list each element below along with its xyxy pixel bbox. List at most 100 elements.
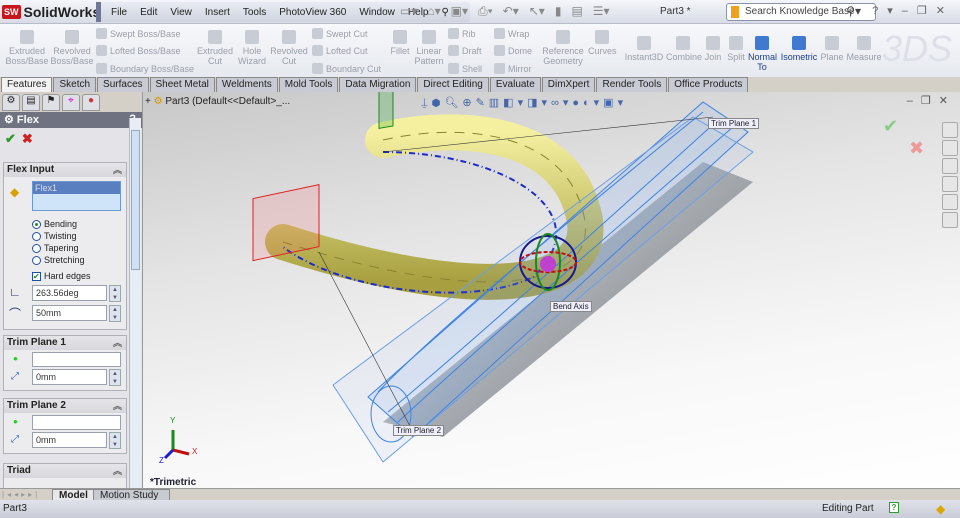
menu-view[interactable]: View [170, 7, 192, 18]
reference-geometry-button[interactable]: Reference Geometry [540, 30, 586, 66]
revolved-boss-button[interactable]: Revolved Boss/Base [50, 30, 94, 66]
radio-tapering[interactable]: Tapering [32, 243, 79, 253]
resources-icon[interactable] [942, 122, 958, 138]
hard-edges-checkbox[interactable]: ✔ Hard edges [32, 271, 91, 281]
tab-data-migration[interactable]: Data Migration [339, 77, 417, 92]
appearances-icon[interactable] [942, 194, 958, 210]
bodies-selection-box[interactable]: Flex1 [32, 181, 121, 211]
collapse-icon[interactable]: ︽ [113, 399, 122, 412]
menu-photoview[interactable]: PhotoView 360 [279, 7, 346, 18]
trim-plane-1-reference[interactable] [32, 352, 121, 367]
hole-wizard-button[interactable]: Hole Wizard [236, 30, 268, 66]
radius-input[interactable]: 50mm [32, 305, 107, 321]
save-icon[interactable]: ▣▾ [451, 4, 468, 19]
extruded-cut-button[interactable]: Extruded Cut [195, 30, 235, 66]
tab-evaluate[interactable]: Evaluate [489, 77, 541, 92]
tab-weldments[interactable]: Weldments [215, 77, 278, 92]
join-button[interactable]: Join [703, 36, 723, 62]
display-manager-tab-icon[interactable]: ● [82, 94, 100, 111]
tag-icon[interactable]: ◆ [936, 502, 945, 516]
menu-edit[interactable]: Edit [140, 7, 157, 18]
radio-stretching[interactable]: Stretching [32, 255, 85, 265]
property-manager-tab-icon[interactable]: ▤ [22, 94, 40, 111]
new-icon[interactable]: ▭▾ [400, 4, 417, 19]
radio-twisting[interactable]: Twisting [32, 231, 77, 241]
tab-scroll-arrows[interactable]: |◂◂▸▸| [2, 490, 40, 499]
file-explorer-icon[interactable] [942, 158, 958, 174]
selected-body[interactable]: Flex1 [33, 182, 120, 194]
instant3d-button[interactable]: Instant3D [624, 36, 664, 62]
search-knowledge-base[interactable]: Search Knowledge Base ⚲▾ [726, 3, 876, 21]
tab-sketch[interactable]: Sketch [53, 77, 97, 92]
split-button[interactable]: Split [726, 36, 746, 62]
trim-plane-2-spinner[interactable]: ▲ ▼ [109, 432, 121, 449]
radio-bending[interactable]: Bending [32, 219, 77, 229]
feature-manager-tab-icon[interactable]: ⚙ [2, 94, 20, 111]
dimxpert-manager-tab-icon[interactable]: ⌖ [62, 94, 80, 111]
tab-mold-tools[interactable]: Mold Tools [278, 77, 339, 92]
tab-features[interactable]: Features [1, 77, 53, 92]
tab-direct-editing[interactable]: Direct Editing [417, 77, 489, 92]
file-properties-icon[interactable]: ▤ [571, 4, 582, 19]
tab-render-tools[interactable]: Render Tools [596, 77, 668, 92]
mirror-button[interactable]: Mirror [494, 63, 532, 74]
search-icon[interactable]: ⚲▾ [846, 4, 861, 18]
tab-sheet-metal[interactable]: Sheet Metal [149, 77, 215, 92]
ok-button[interactable]: ✔ [5, 131, 16, 146]
plane-button[interactable]: Plane [820, 36, 844, 62]
custom-properties-icon[interactable] [942, 212, 958, 228]
select-icon[interactable]: ↖▾ [529, 4, 545, 19]
scrollbar-thumb[interactable] [131, 130, 140, 270]
draft-button[interactable]: Draft [448, 45, 482, 56]
trim-plane-1-callout[interactable]: Trim Plane 1 [708, 118, 760, 129]
shell-button[interactable]: Shell [448, 63, 482, 74]
normal-to-button[interactable]: Normal To [748, 36, 777, 72]
trim-plane-1-header[interactable]: Trim Plane 1 ︽ [4, 336, 126, 350]
solidworks-logo[interactable]: SW SolidWorks [2, 2, 100, 22]
swept-boss-button[interactable]: Swept Boss/Base [96, 28, 181, 39]
wrap-button[interactable]: Wrap [494, 28, 529, 39]
flex-input-header[interactable]: Flex Input ︽ [4, 163, 126, 177]
boundary-cut-button[interactable]: Boundary Cut [312, 63, 381, 74]
design-library-icon[interactable] [942, 140, 958, 156]
view-palette-icon[interactable] [942, 176, 958, 192]
dome-button[interactable]: Dome [494, 45, 532, 56]
collapse-icon[interactable]: ︽ [113, 464, 122, 477]
curves-button[interactable]: Curves [588, 30, 617, 56]
confirm-ok-icon[interactable]: ✔ [883, 116, 898, 137]
lofted-cut-button[interactable]: Lofted Cut [312, 45, 368, 56]
measure-button[interactable]: Measure [846, 36, 882, 62]
tab-surfaces[interactable]: Surfaces [97, 77, 149, 92]
boundary-boss-button[interactable]: Boundary Boss/Base [96, 63, 194, 74]
bend-axis-callout[interactable]: Bend Axis [550, 301, 592, 312]
undo-icon[interactable]: ↶▾ [503, 4, 519, 19]
revolved-cut-button[interactable]: Revolved Cut [270, 30, 308, 66]
isometric-button[interactable]: Isometric [780, 36, 818, 62]
confirm-cancel-icon[interactable]: ✖ [909, 138, 924, 159]
open-icon[interactable]: ⌂▾ [427, 4, 440, 19]
swept-cut-button[interactable]: Swept Cut [312, 28, 368, 39]
help-status-icon[interactable]: ? [889, 502, 899, 513]
linear-pattern-button[interactable]: Linear Pattern [413, 30, 445, 66]
tab-office-products[interactable]: Office Products [668, 77, 749, 92]
radius-spinner[interactable]: ▲ ▼ [109, 305, 121, 322]
trim-plane-2-callout[interactable]: Trim Plane 2 [393, 425, 445, 436]
panel-scrollbar[interactable] [129, 118, 141, 488]
trim-plane-1-distance[interactable]: 0mm [32, 369, 107, 385]
rib-button[interactable]: Rib [448, 28, 476, 39]
combine-button[interactable]: Combine [666, 36, 702, 62]
collapse-icon[interactable]: ︽ [113, 163, 122, 176]
configuration-manager-tab-icon[interactable]: ⚑ [42, 94, 60, 111]
menu-file[interactable]: File [111, 7, 127, 18]
rebuild-icon[interactable]: ▮ [555, 4, 562, 19]
menu-insert[interactable]: Insert [205, 7, 230, 18]
tab-dimxpert[interactable]: DimXpert [541, 77, 596, 92]
menu-window[interactable]: Window [359, 7, 395, 18]
trim-plane-2-header[interactable]: Trim Plane 2 ︽ [4, 399, 126, 413]
angle-spinner[interactable]: ▲ ▼ [109, 285, 121, 302]
triad-header[interactable]: Triad ︽ [4, 464, 126, 478]
extruded-boss-button[interactable]: Extruded Boss/Base [4, 30, 50, 66]
trim-plane-2-distance[interactable]: 0mm [32, 432, 107, 448]
collapse-icon[interactable]: ︽ [113, 336, 122, 349]
trim-plane-2-reference[interactable] [32, 415, 121, 430]
